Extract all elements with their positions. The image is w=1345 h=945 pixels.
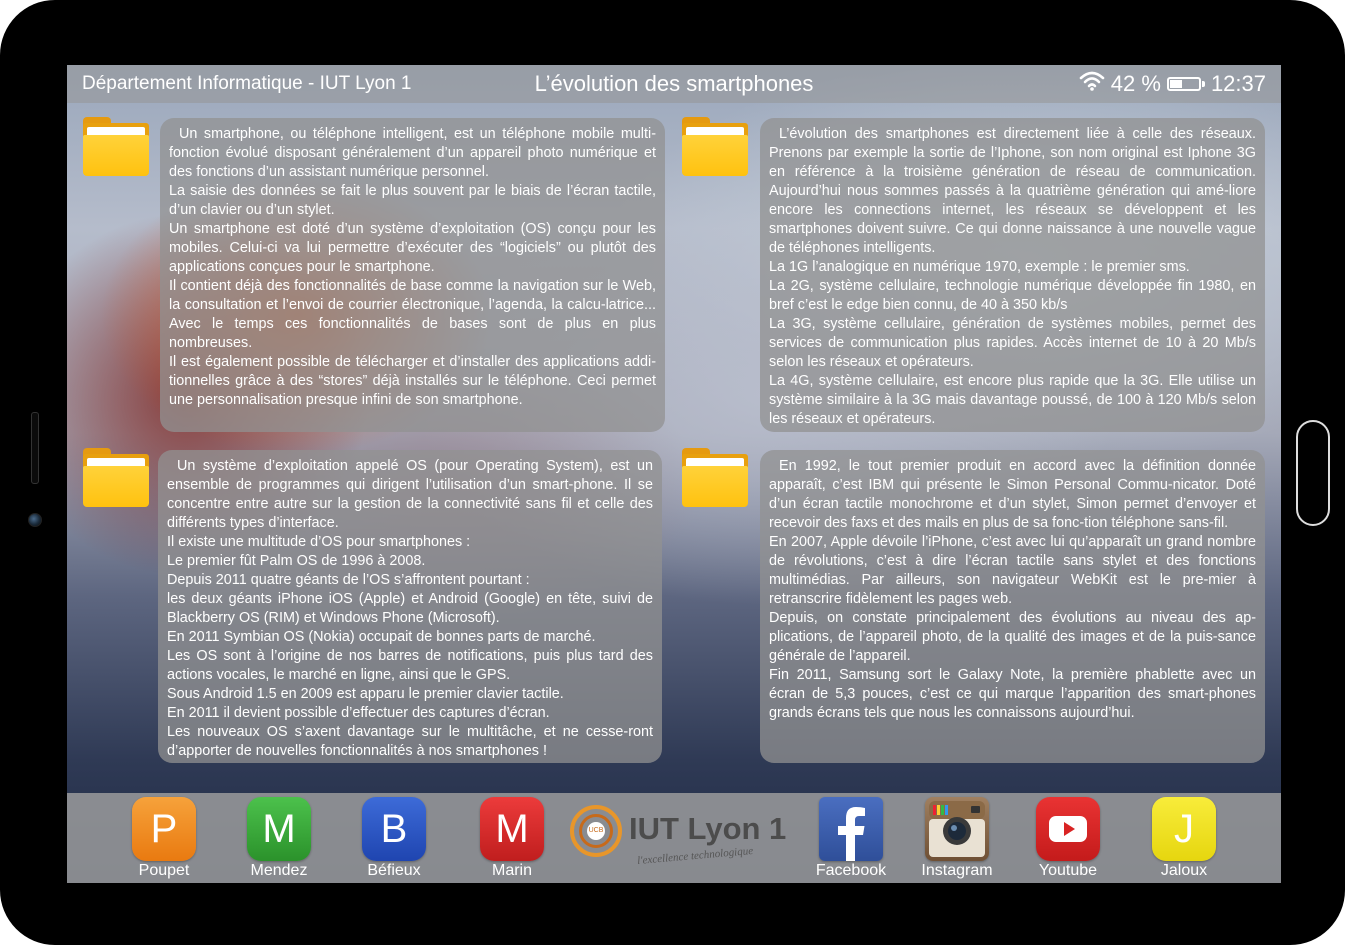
wifi-icon (1079, 71, 1105, 97)
logo-emblem: UCB (587, 822, 605, 840)
paragraph: Le premier fût Palm OS de 1996 à 2008. (167, 553, 426, 569)
paragraph: Depuis 2011 quatre géants de l’OS s’affr… (167, 572, 530, 588)
folder-icon[interactable] (682, 448, 748, 508)
app-jaloux[interactable]: J Jaloux (1144, 797, 1224, 880)
paragraph: Fin 2011, Samsung sort le Galaxy Note, l… (769, 667, 1256, 721)
paragraph: La 1G l’analogique en numérique 1970, ex… (769, 259, 1190, 275)
info-panel-definition: Un smartphone, ou téléphone intelligent,… (160, 118, 665, 432)
youtube-icon[interactable] (1036, 797, 1100, 861)
logo-text: IUT Lyon 1 (629, 811, 787, 846)
app-label: Poupet (138, 862, 190, 879)
folder-icon[interactable] (83, 117, 149, 177)
app-instagram[interactable]: Instagram (917, 797, 997, 880)
battery-percent: 42 % (1110, 71, 1161, 96)
mendez-app-icon[interactable]: M (247, 797, 311, 861)
volume-button (31, 412, 39, 484)
battery-icon (1166, 77, 1201, 91)
screen: Département Informatique - IUT Lyon 1 L’… (67, 65, 1281, 883)
app-label: Facebook (815, 862, 887, 879)
facebook-icon[interactable] (819, 797, 883, 861)
front-camera (28, 513, 42, 527)
paragraph: En 1992, le tout premier produit en acco… (769, 458, 1256, 531)
app-label: Jaloux (1160, 862, 1208, 879)
paragraph: Il est également possible de télécharger… (169, 354, 656, 408)
jaloux-app-icon[interactable]: J (1152, 797, 1216, 861)
app-label: Instagram (921, 862, 993, 879)
app-label: Youtube (1038, 862, 1098, 879)
paragraph: Les OS sont à l’origine de nos barres de… (167, 648, 653, 683)
befieux-app-icon[interactable]: B (362, 797, 426, 861)
paragraph: La 2G, système cellulaire, technologie n… (769, 278, 1256, 313)
instagram-icon[interactable] (925, 797, 989, 861)
info-panel-networks: L’évolution des smartphones est directem… (760, 118, 1265, 432)
status-indicators: 42 % 12:37 (1079, 71, 1266, 97)
paragraph: En 2007, Apple dévoile l’iPhone, c’est a… (769, 534, 1256, 607)
app-facebook[interactable]: Facebook (811, 797, 891, 880)
folder-icon[interactable] (83, 448, 149, 508)
dock: P Poupet M Mendez B Béfieux M Marin UCB … (67, 793, 1281, 883)
paragraph: La saisie des données se fait le plus so… (169, 183, 656, 218)
app-mendez[interactable]: M Mendez (239, 797, 319, 880)
paragraph: Les nouveaux OS s’axent davantage sur le… (167, 724, 653, 759)
paragraph: Il contient déjà des fonctionnalités de … (169, 278, 656, 351)
tablet-frame: Département Informatique - IUT Lyon 1 L’… (0, 0, 1345, 945)
info-panel-os: Un système d’exploitation appelé OS (pou… (158, 450, 662, 763)
app-label: Mendez (250, 862, 308, 879)
logo-tagline: l'excellence technologique (636, 844, 754, 868)
poupet-app-icon[interactable]: P (132, 797, 196, 861)
paragraph: Il existe une multitude d’OS pour smartp… (167, 534, 471, 550)
app-label: Marin (491, 862, 532, 879)
app-marin[interactable]: M Marin (472, 797, 552, 880)
paragraph: La 4G, système cellulaire, est encore pl… (769, 373, 1256, 427)
app-befieux[interactable]: B Béfieux (354, 797, 434, 880)
app-youtube[interactable]: Youtube (1028, 797, 1108, 880)
paragraph: Un système d’exploitation appelé OS (pou… (167, 458, 653, 531)
app-poupet[interactable]: P Poupet (124, 797, 204, 880)
paragraph: En 2011 Symbian OS (Nokia) occupait de b… (167, 629, 596, 645)
paragraph: En 2011 il devient possible d’effectuer … (167, 705, 550, 721)
app-label: Béfieux (367, 862, 421, 879)
marin-app-icon[interactable]: M (480, 797, 544, 861)
iut-lyon-logo: UCB IUT Lyon 1 l'excellence technologiqu… (567, 797, 807, 879)
home-button[interactable] (1296, 420, 1330, 526)
paragraph: les deux géants iPhone iOS (Apple) et An… (167, 591, 653, 626)
paragraph: La 3G, système cellulaire, génération de… (769, 316, 1256, 370)
paragraph: Un smartphone est doté d’un système d’ex… (169, 221, 656, 275)
folder-icon[interactable] (682, 117, 748, 177)
paragraph: L’évolution des smartphones est directem… (769, 126, 1256, 256)
paragraph: Un smartphone, ou téléphone intelligent,… (169, 126, 656, 180)
paragraph: Sous Android 1.5 en 2009 est apparu le p… (167, 686, 564, 702)
clock: 12:37 (1210, 71, 1266, 96)
status-bar: Département Informatique - IUT Lyon 1 L’… (67, 65, 1281, 103)
info-panel-history: En 1992, le tout premier produit en acco… (760, 450, 1265, 763)
paragraph: Depuis, on constate principalement des é… (769, 610, 1256, 664)
battery-tip (1201, 81, 1205, 87)
